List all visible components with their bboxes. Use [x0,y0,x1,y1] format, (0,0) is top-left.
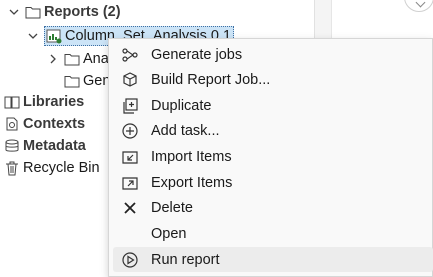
menu-item-delete[interactable]: Delete [113,195,433,220]
menu-item-open[interactable]: Open [113,221,433,246]
book-icon [4,94,20,110]
menu-item-label: Build Report Job... [151,71,271,88]
menu-item-label: Duplicate [151,97,212,114]
database-icon [4,138,20,154]
folder-icon [64,73,80,89]
generate-jobs-icon [121,46,139,64]
tree-node-contexts[interactable]: Contexts [4,113,85,135]
menu-item-label: Import Items [151,148,232,165]
run-icon [121,251,139,269]
menu-item-import-items[interactable]: Import Items [113,144,433,169]
tree-node-label: Metadata [23,138,86,154]
tree-node-label: Reports (2) [44,4,121,20]
menu-item-label: Add task... [151,122,220,139]
report-chart-icon [46,28,62,44]
add-circle-icon [121,122,139,140]
menu-item-build-report-job[interactable]: Build Report Job... [113,67,433,92]
import-icon [121,148,139,166]
trash-icon [4,160,20,176]
tree-node-recycle-bin[interactable]: Recycle Bin [4,157,100,179]
tree-node-label: Contexts [23,116,86,132]
chevron-down-icon[interactable] [9,7,19,17]
delete-x-icon [121,199,139,217]
menu-item-label: Delete [151,199,193,216]
export-icon [121,174,139,192]
menu-item-export-items[interactable]: Export Items [113,170,433,195]
chevron-button-icon[interactable] [404,0,433,12]
chevron-right-icon[interactable] [48,54,58,64]
tree-node-child[interactable]: Ana [48,48,109,70]
build-job-icon [121,71,139,89]
tree-node-metadata[interactable]: Metadata [4,135,86,157]
menu-item-run-report[interactable]: Run report [113,247,433,272]
context-icon [4,116,20,132]
menu-item-label: Open [151,225,187,242]
tree-node-label: Recycle Bin [23,160,100,176]
folder-icon [64,51,80,67]
menu-item-generate-jobs[interactable]: Generate jobs [113,42,433,67]
chevron-down-icon[interactable] [28,31,38,41]
menu-item-label: Generate jobs [151,46,243,63]
duplicate-icon [121,97,139,115]
tree-node-child[interactable]: Gen [64,70,110,92]
tree-node-libraries[interactable]: Libraries [4,91,84,113]
tree-node-label: Libraries [23,94,85,110]
tree-node-reports[interactable]: Reports (2) [9,1,121,23]
menu-item-duplicate[interactable]: Duplicate [113,93,433,118]
folder-icon [25,4,41,20]
tree-node-label: Ana [83,51,109,67]
menu-item-add-task[interactable]: Add task... [113,118,433,143]
menu-item-label: Run report [151,251,220,268]
menu-item-label: Export Items [151,174,233,191]
context-menu: Generate jobs Build Report Job... Duplic… [108,38,433,277]
tree-node-label: Gen [83,73,111,89]
